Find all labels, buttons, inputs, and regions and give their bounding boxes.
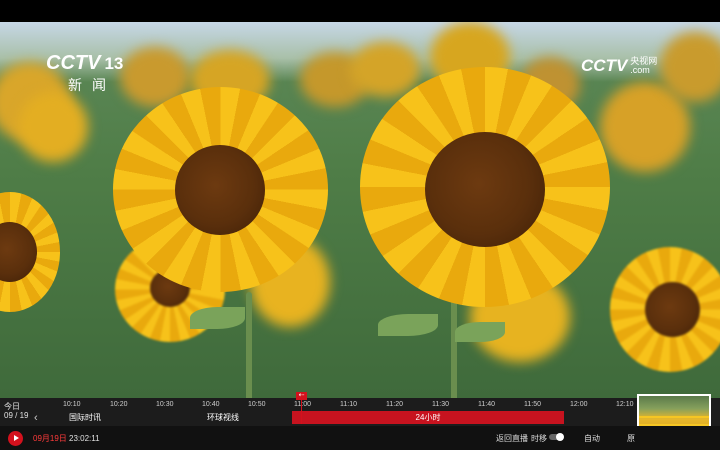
sunflower-main-left — [113, 87, 328, 292]
channel-logo: CCTV 13 新闻 — [46, 52, 123, 95]
top-black-bar — [0, 0, 720, 22]
time-tick: 10:30 — [156, 401, 174, 408]
leaf — [455, 322, 505, 342]
time-tick: 11:00 — [294, 401, 311, 408]
program-title: 环球视线 — [207, 413, 239, 422]
stem — [451, 292, 457, 398]
thumb-flower-row — [639, 416, 709, 418]
time-tick: 11:40 — [478, 401, 495, 408]
leaf — [378, 314, 438, 336]
back-to-live-button[interactable]: 返回直播 — [496, 433, 528, 444]
program-segment[interactable]: 国际时讯 — [44, 411, 126, 424]
playhead-line — [301, 400, 302, 424]
control-bar: 09月19日 23:02:11 返回直播 时移 自动 原 — [0, 426, 720, 450]
timeshift-toggle[interactable] — [549, 433, 564, 441]
time-tick: 11:50 — [524, 401, 541, 408]
current-datetime: 09月19日 23:02:11 — [33, 433, 100, 444]
time-tick: 12:10 — [616, 401, 634, 408]
bg-flower — [350, 42, 420, 97]
logo-channel-number: 13 — [104, 54, 124, 73]
today-label[interactable]: 今日 09 / 19 — [4, 402, 28, 420]
time-tick: 11:10 — [340, 401, 357, 408]
program-title: 国际时讯 — [69, 413, 101, 422]
logo-cctv-text: CCTV — [46, 52, 101, 74]
leaf — [190, 307, 245, 329]
logo-news-text: 新闻 — [68, 77, 116, 93]
program-segment-active[interactable]: 24小时 — [292, 411, 564, 424]
today-date: 09 / 19 — [4, 411, 29, 420]
program-segment[interactable]: 环球视线 — [180, 411, 266, 424]
cctv-com-logo: CCTV 央视网 .com — [581, 56, 657, 76]
sunflower-left-edge — [0, 192, 60, 312]
quality-auto-button[interactable]: 自动 — [584, 433, 600, 444]
logo-cctv-com-text: CCTV — [581, 56, 628, 75]
time-tick: 11:30 — [432, 401, 449, 408]
back-arrow-icon[interactable]: ⇠ — [296, 392, 307, 400]
time-tick: 11:20 — [386, 401, 403, 408]
original-size-button[interactable]: 原 — [627, 433, 635, 444]
chevron-left-icon[interactable]: ‹ — [34, 412, 38, 424]
today-text: 今日 — [4, 402, 20, 411]
time-tick: 10:10 — [63, 401, 81, 408]
current-time: 23:02:11 — [69, 434, 100, 443]
timeshift-label: 时移 — [531, 434, 547, 443]
program-title: 24小时 — [415, 413, 441, 422]
stem — [246, 292, 252, 398]
time-tick: 12:00 — [570, 401, 588, 408]
time-tick: 10:40 — [202, 401, 220, 408]
program-timeline[interactable]: 今日 09 / 19 ‹ 10:10 10:20 10:30 10:40 10:… — [0, 392, 720, 426]
sunflower-right — [610, 247, 720, 372]
play-icon[interactable] — [8, 431, 23, 446]
current-date: 09月19日 — [33, 434, 67, 443]
time-tick: 10:50 — [248, 401, 266, 408]
logo-site-domain: .com — [630, 65, 650, 75]
sunflower-main-right — [360, 67, 610, 307]
time-tick: 10:20 — [110, 401, 128, 408]
bg-flower — [18, 92, 88, 162]
